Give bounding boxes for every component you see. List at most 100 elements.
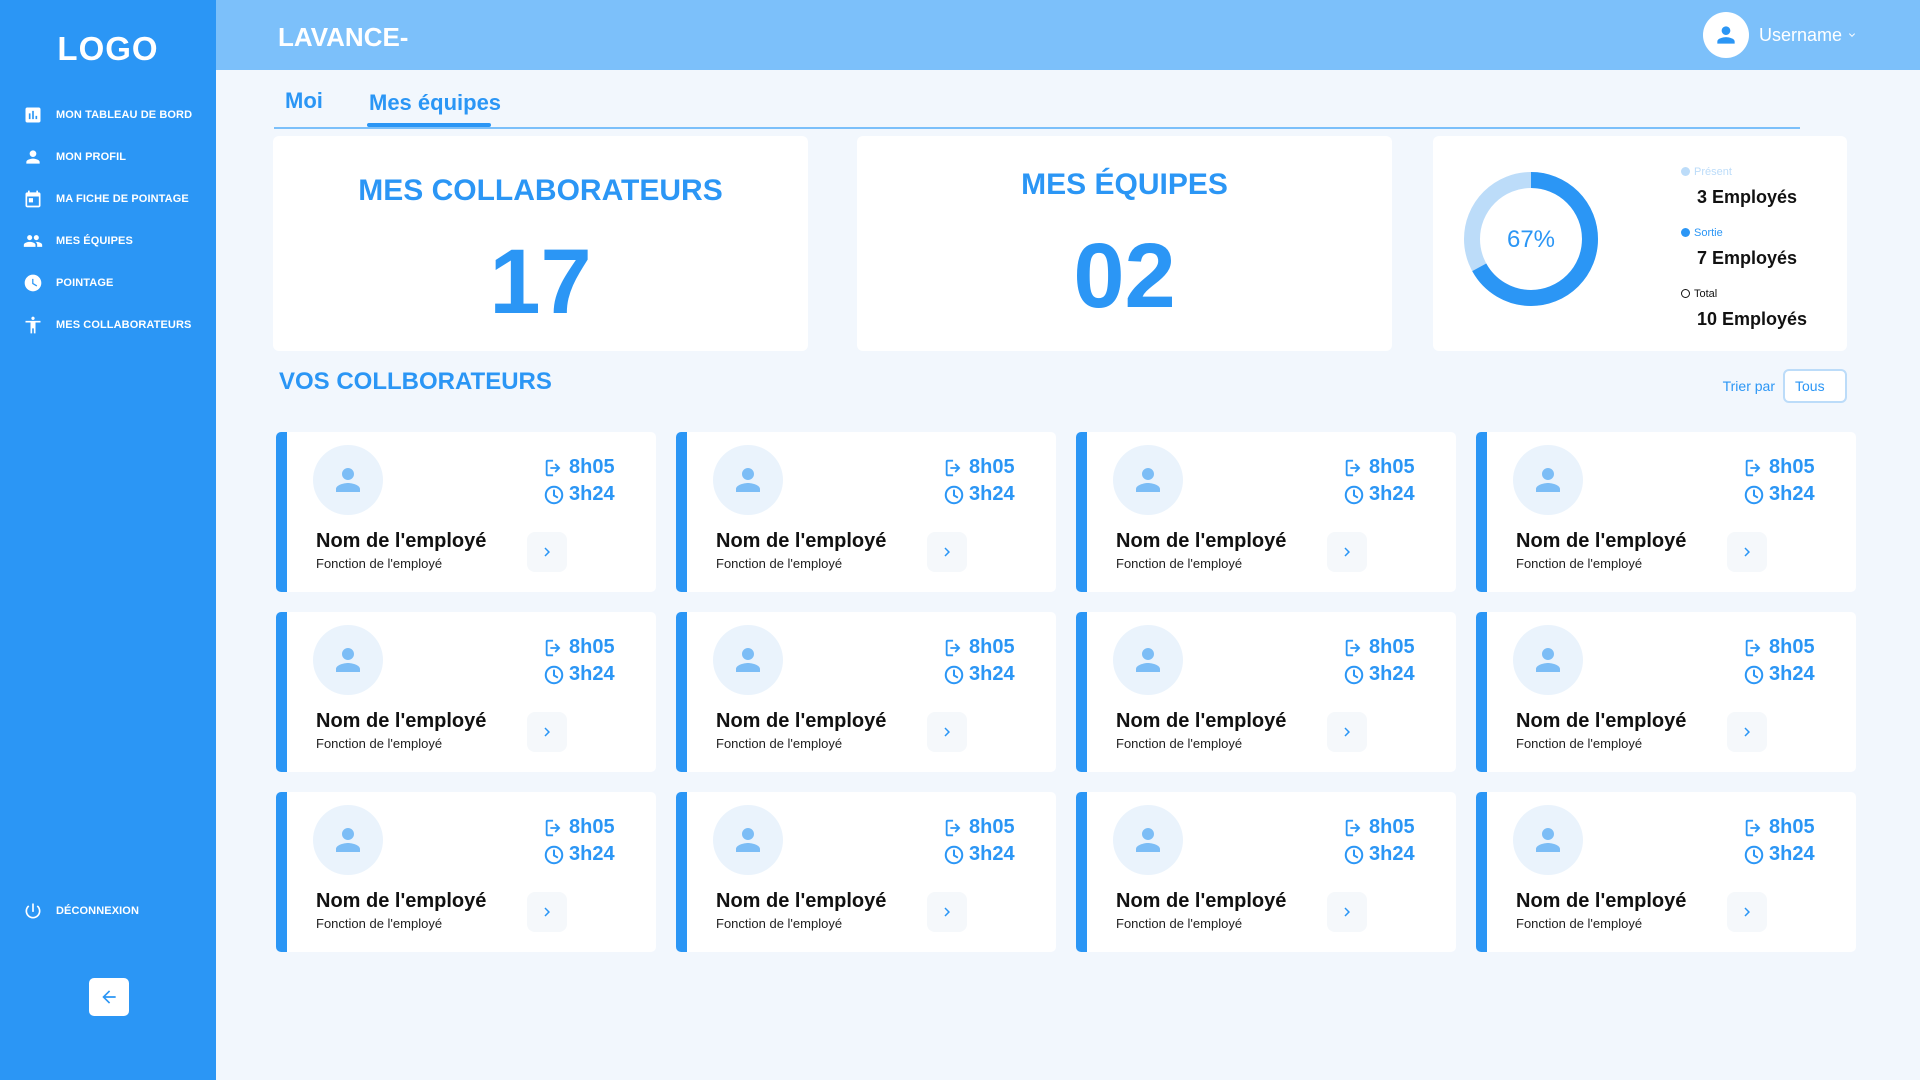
employee-card[interactable]: 8h05 3h24 Nom de l'employé Fonction de l… xyxy=(1076,612,1456,772)
chevron-right-icon xyxy=(1344,907,1350,917)
open-employee-button[interactable] xyxy=(527,532,567,572)
employee-card[interactable]: 8h05 3h24 Nom de l'employé Fonction de l… xyxy=(276,792,656,952)
employee-card[interactable]: 8h05 3h24 Nom de l'employé Fonction de l… xyxy=(276,432,656,592)
arrival-row: 8h05 xyxy=(543,634,615,661)
employee-name: Nom de l'employé xyxy=(716,710,887,732)
login-icon xyxy=(945,639,961,656)
employee-function: Fonction de l'employé xyxy=(1516,736,1643,751)
employee-function: Fonction de l'employé xyxy=(1116,556,1243,571)
arrival-time: 8h05 xyxy=(969,636,1015,658)
arrival-row: 8h05 xyxy=(1743,634,1815,661)
person-icon xyxy=(336,648,360,672)
employee-name: Nom de l'employé xyxy=(1516,890,1687,912)
avatar xyxy=(713,445,783,515)
duration-row: 3h24 xyxy=(1743,661,1815,688)
employee-times: 8h05 3h24 xyxy=(1743,454,1815,508)
legend-value: 3 Employés xyxy=(1697,187,1798,207)
employee-name: Nom de l'employé xyxy=(1116,710,1287,732)
employee-card[interactable]: 8h05 3h24 Nom de l'employé Fonction de l… xyxy=(676,432,1056,592)
duration-time: 3h24 xyxy=(1769,483,1815,505)
arrival-time: 8h05 xyxy=(1369,456,1415,478)
sidebar-item-collaborators[interactable]: MES COLLABORATEURS xyxy=(0,304,216,346)
employee-function: Fonction de l'employé xyxy=(1516,556,1643,571)
sort-control: Trier par Tous xyxy=(1723,369,1847,403)
presence-card: 67% Présent 3 Employés Sortie 7 Employés… xyxy=(1433,136,1847,351)
person-icon xyxy=(1536,828,1560,852)
chevron-right-icon xyxy=(944,727,950,737)
open-employee-button[interactable] xyxy=(927,712,967,752)
login-icon xyxy=(545,639,561,656)
sidebar-item-dashboard[interactable]: MON TABLEAU DE BORD xyxy=(0,94,216,136)
open-employee-button[interactable] xyxy=(1327,532,1367,572)
user-menu[interactable]: Username xyxy=(1702,12,1858,58)
logout-button[interactable]: DÉCONNEXION xyxy=(0,890,139,932)
collapse-sidebar-button[interactable] xyxy=(89,978,129,1016)
employee-card[interactable]: 8h05 3h24 Nom de l'employé Fonction de l… xyxy=(276,612,656,772)
sidebar-item-profile[interactable]: MON PROFIL xyxy=(0,136,216,178)
employee-card[interactable]: 8h05 3h24 Nom de l'employé Fonction de l… xyxy=(676,612,1056,772)
arrival-time: 8h05 xyxy=(1769,816,1815,838)
employee-times: 8h05 3h24 xyxy=(943,814,1015,868)
avatar xyxy=(313,625,383,695)
employee-card[interactable]: 8h05 3h24 Nom de l'employé Fonction de l… xyxy=(1476,432,1856,592)
sidebar-item-teams[interactable]: MES ÉQUIPES xyxy=(0,220,216,262)
duration-time: 3h24 xyxy=(969,483,1015,505)
duration-row: 3h24 xyxy=(1743,841,1815,868)
sidebar: LOGO MON TABLEAU DE BORD MON PROFIL MA F… xyxy=(0,0,216,1080)
duration-row: 3h24 xyxy=(1343,661,1415,688)
open-employee-button[interactable] xyxy=(927,532,967,572)
login-icon xyxy=(1345,819,1361,836)
open-employee-button[interactable] xyxy=(1727,532,1767,572)
open-employee-button[interactable] xyxy=(1727,892,1767,932)
duration-row: 3h24 xyxy=(543,841,615,868)
stat-title: MES ÉQUIPES xyxy=(1021,168,1228,201)
clock-icon xyxy=(944,665,964,684)
employee-name: Nom de l'employé xyxy=(316,890,487,912)
employee-name: Nom de l'employé xyxy=(1116,530,1287,552)
chevron-right-icon xyxy=(1344,547,1350,557)
tab-mes-equipes[interactable]: Mes équipes xyxy=(369,90,501,116)
clock-icon xyxy=(1344,845,1364,864)
sort-select[interactable]: Tous xyxy=(1783,369,1847,403)
person-icon xyxy=(1136,648,1160,672)
employee-function: Fonction de l'employé xyxy=(1116,736,1243,751)
duration-time: 3h24 xyxy=(569,663,615,685)
employee-card[interactable]: 8h05 3h24 Nom de l'employé Fonction de l… xyxy=(1476,792,1856,952)
legend-dot xyxy=(1681,228,1690,238)
employee-card[interactable]: 8h05 3h24 Nom de l'employé Fonction de l… xyxy=(1476,612,1856,772)
avatar xyxy=(313,445,383,515)
legend-dot xyxy=(1681,289,1690,299)
sidebar-item-timesheet[interactable]: MA FICHE DE POINTAGE xyxy=(0,178,216,220)
employee-function: Fonction de l'employé xyxy=(716,556,843,571)
avatar xyxy=(1113,805,1183,875)
sort-label: Trier par xyxy=(1722,378,1775,394)
employee-function: Fonction de l'employé xyxy=(1516,916,1643,931)
duration-time: 3h24 xyxy=(969,843,1015,865)
open-employee-button[interactable] xyxy=(527,712,567,752)
legend-dot xyxy=(1681,167,1690,177)
open-employee-button[interactable] xyxy=(1327,892,1367,932)
tab-moi[interactable]: Moi xyxy=(285,88,323,114)
employee-times: 8h05 3h24 xyxy=(1743,634,1815,688)
donut-percent-label: 67% xyxy=(1507,226,1555,253)
employee-card[interactable]: 8h05 3h24 Nom de l'employé Fonction de l… xyxy=(676,792,1056,952)
open-employee-button[interactable] xyxy=(927,892,967,932)
employee-card[interactable]: 8h05 3h24 Nom de l'employé Fonction de l… xyxy=(1076,432,1456,592)
arrival-row: 8h05 xyxy=(1343,634,1415,661)
duration-time: 3h24 xyxy=(569,483,615,505)
open-employee-button[interactable] xyxy=(527,892,567,932)
legend-label: Total xyxy=(1694,287,1718,300)
open-employee-button[interactable] xyxy=(1327,712,1367,752)
employee-times: 8h05 3h24 xyxy=(543,814,615,868)
arrow-left-icon xyxy=(102,990,116,1004)
employee-card[interactable]: 8h05 3h24 Nom de l'employé Fonction de l… xyxy=(1076,792,1456,952)
person-icon xyxy=(736,648,760,672)
sidebar-item-clocking[interactable]: POINTAGE xyxy=(0,262,216,304)
teams-count-card: MES ÉQUIPES 02 xyxy=(857,136,1392,351)
stat-value: 17 xyxy=(489,231,592,333)
accessibility-icon xyxy=(22,314,44,336)
tab-bar: Moi Mes équipes xyxy=(274,84,1800,129)
open-employee-button[interactable] xyxy=(1727,712,1767,752)
person-icon xyxy=(1536,468,1560,492)
arrival-row: 8h05 xyxy=(943,454,1015,481)
